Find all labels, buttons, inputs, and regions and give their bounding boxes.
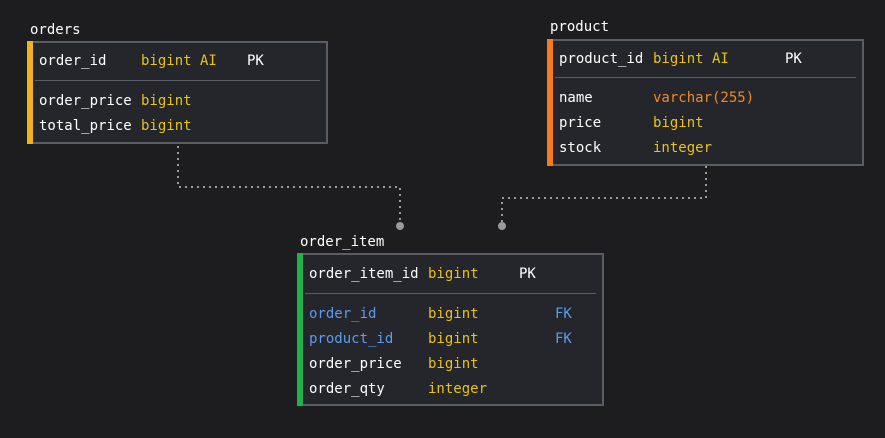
orders-field-row[interactable]: total_price bigint xyxy=(39,116,192,136)
orders-field-name: order_price xyxy=(39,93,132,109)
product-field-type: bigint xyxy=(653,115,704,131)
order-item-divider xyxy=(305,293,596,294)
product-table[interactable]: product_id bigint AI PK name varchar(255… xyxy=(547,39,864,166)
order-item-pk-field: order_item_id xyxy=(309,266,419,282)
product-pk-type: bigint AI xyxy=(653,51,729,67)
orders-connector-endpoint xyxy=(396,222,404,230)
product-field-type: varchar(255) xyxy=(653,90,755,106)
order-item-field-name: product_id xyxy=(309,331,394,347)
diagram-canvas: orders order_id bigint AI PK order_price… xyxy=(0,0,885,438)
product-field-row[interactable]: price bigint xyxy=(559,113,704,133)
orders-table[interactable]: order_id bigint AI PK order_price bigint… xyxy=(27,41,328,144)
product-field-name: price xyxy=(559,115,602,131)
product-divider xyxy=(555,77,856,78)
product-pk-field: product_id xyxy=(559,51,644,67)
order-item-field-name: order_id xyxy=(309,306,377,322)
orders-to-order-item-connector xyxy=(177,146,401,226)
order-item-field-type: bigint xyxy=(428,306,479,322)
product-field-row[interactable]: stock integer xyxy=(559,138,712,158)
order-item-table[interactable]: order_item_id bigint PK order_id bigint … xyxy=(297,253,604,406)
order-item-accent-bar xyxy=(297,253,303,406)
product-field-type: integer xyxy=(653,140,713,156)
order-item-field-name: order_qty xyxy=(309,381,385,397)
order-item-field-type: integer xyxy=(428,381,488,397)
order-item-field-key: FK xyxy=(555,331,572,347)
orders-field-name: total_price xyxy=(39,118,132,134)
product-field-name: stock xyxy=(559,140,602,156)
order-item-pk-row[interactable]: order_item_id bigint PK xyxy=(309,264,536,284)
product-pk-key: PK xyxy=(785,51,802,67)
orders-pk-field: order_id xyxy=(39,53,107,69)
order-item-field-row[interactable]: order_price bigint xyxy=(309,354,479,374)
product-accent-bar xyxy=(547,39,553,166)
orders-pk-row[interactable]: order_id bigint AI PK xyxy=(39,51,264,71)
orders-field-type: bigint xyxy=(141,93,192,109)
product-connector-endpoint xyxy=(498,222,506,230)
product-field-row[interactable]: name varchar(255) xyxy=(559,88,754,108)
orders-accent-bar xyxy=(27,41,33,144)
orders-divider xyxy=(35,80,320,81)
order-item-field-key: FK xyxy=(555,306,572,322)
order-item-pk-type: bigint xyxy=(428,266,479,282)
product-table-title: product xyxy=(550,19,610,35)
order-item-field-row[interactable]: product_id bigint FK xyxy=(309,329,572,349)
orders-table-title: orders xyxy=(30,22,81,38)
order-item-field-type: bigint xyxy=(428,356,479,372)
order-item-pk-key: PK xyxy=(519,266,536,282)
order-item-field-name: order_price xyxy=(309,356,402,372)
orders-field-row[interactable]: order_price bigint xyxy=(39,91,192,111)
orders-pk-key: PK xyxy=(247,53,264,69)
product-field-name: name xyxy=(559,90,593,106)
orders-field-type: bigint xyxy=(141,118,192,134)
order-item-table-title: order_item xyxy=(300,234,385,250)
orders-pk-type: bigint AI xyxy=(141,53,217,69)
order-item-field-type: bigint xyxy=(428,331,479,347)
product-pk-row[interactable]: product_id bigint AI PK xyxy=(559,49,802,69)
order-item-field-row[interactable]: order_id bigint FK xyxy=(309,304,572,324)
order-item-field-row[interactable]: order_qty integer xyxy=(309,379,487,399)
